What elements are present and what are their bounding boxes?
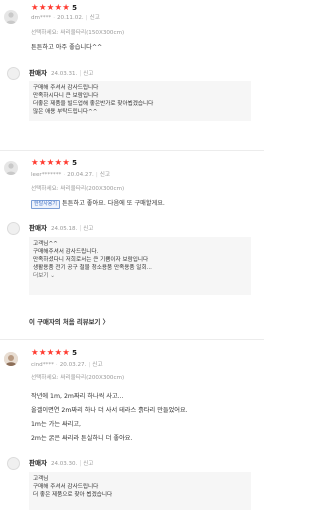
report-link[interactable]: 신고 <box>90 15 100 21</box>
avatar <box>4 161 18 175</box>
reviewer-id: cind**** <box>31 362 54 368</box>
avatar <box>4 10 18 24</box>
reply-report-link[interactable]: 신고 <box>83 461 93 467</box>
purchase-option: 선택하세요: 싸리울타리(200X300cm) <box>31 375 125 381</box>
usage-badge: 한달사용기 <box>31 200 61 209</box>
seller-label: 판매자 <box>29 69 47 77</box>
reply-header: 판매자 24.03.30. | 신고 <box>29 459 94 467</box>
review-date: 20.03.27. <box>59 362 87 368</box>
avatar <box>4 352 18 366</box>
seller-label: 판매자 <box>29 224 47 232</box>
reply-date: 24.05.18. <box>50 226 78 232</box>
rating-value: 5 <box>72 349 78 357</box>
review-date: 20.11.02. <box>56 15 84 21</box>
rating-value: 5 <box>72 159 78 167</box>
reply-line: 더 좋은 제품으로 찾아 뵙겠습니다 <box>33 492 113 498</box>
reply-line: 더좋은 제품을 빌드업해 좋은반가로 찾아뵙겠습니다 <box>33 101 154 107</box>
reply-date: 24.03.31. <box>50 71 78 77</box>
seller-avatar-icon <box>7 67 20 80</box>
review-date: 20.04.27. <box>67 172 94 178</box>
stars-icon: ★★★★★ <box>31 3 71 13</box>
rating-value: 5 <box>72 4 78 12</box>
seller-avatar-icon <box>7 222 20 235</box>
review-text: 2m는 굵은 싸리라 튼실하니 더 좋아요. <box>31 435 133 442</box>
reply-line: 구매해 주셔서 감사드립니다 <box>33 85 99 91</box>
purchase-option: 선택하세요: 싸리울타리(150X300cm) <box>31 30 125 36</box>
reply-line: 구매해 주셔서 감사드립니다 <box>33 484 99 490</box>
reply-content: 고객님^^ 구매해주셔서 감사드립니다. 만족하셨다니 저희로서는 큰 기쁨이자… <box>29 237 251 295</box>
report-link[interactable]: 신고 <box>100 172 110 178</box>
reply-header: 판매자 24.03.31. | 신고 <box>29 69 94 77</box>
reply-date: 24.03.30. <box>50 461 78 467</box>
reply-content: 구매해 주셔서 감사드립니다 만족하시다니 큰 보람입니다 더좋은 제품을 빌드… <box>29 81 251 121</box>
reply-line: 고객님^^ <box>33 241 58 247</box>
review-item: ★★★★★ 5 dm**** · 20.11.02. | 신고 선택하세요: 싸리울타리(… <box>0 0 264 150</box>
review-meta: leer******* · 20.04.27. | 신고 <box>31 172 110 178</box>
review-meta: dm**** · 20.11.02. | 신고 <box>31 15 100 21</box>
review-text: 튼튼하고 아주 좋습니다^^ <box>31 44 103 51</box>
reply-line: 고객님 <box>33 476 49 482</box>
purchase-option: 선택하세요: 싸리울타리(200X300cm) <box>31 186 125 192</box>
reviewer-id: leer******* <box>31 172 62 178</box>
star-rating: ★★★★★ 5 <box>31 348 77 358</box>
review-body: 튼튼하고 좋아요. 다음에 또 구매할게요. <box>62 200 165 207</box>
star-rating: ★★★★★ 5 <box>31 158 77 168</box>
reply-line: 만족하셨다니 저희로서는 큰 기쁨이자 보람입니다 <box>33 257 149 263</box>
report-link[interactable]: 신고 <box>92 362 102 368</box>
star-rating: ★★★★★ 5 <box>31 3 77 13</box>
reply-report-link[interactable]: 신고 <box>83 226 93 232</box>
more-button[interactable]: 더보기 ⌄ <box>33 272 247 280</box>
seller-label: 판매자 <box>29 459 47 467</box>
reply-line: 많은 애용 부탁드립니다^^ <box>33 109 98 115</box>
review-item: ★★★★★ 5 leer******* · 20.04.27. | 신고 선택하세요: 싸… <box>0 151 264 339</box>
review-item: ★★★★★ 5 cind**** · 20.03.27. | 신고 선택하세요: 싸리울타… <box>0 340 264 510</box>
reply-line: 생활용품 전기 공구 철물 청소용품 만족용품 일회... <box>33 265 152 271</box>
reviewer-id: dm**** <box>31 15 52 21</box>
stars-icon: ★★★★★ <box>31 158 71 168</box>
reply-line: 만족하시다니 큰 보람입니다 <box>33 93 99 99</box>
review-meta: cind**** · 20.03.27. | 신고 <box>31 362 103 368</box>
stars-icon: ★★★★★ <box>31 348 71 358</box>
reply-report-link[interactable]: 신고 <box>83 71 93 77</box>
reply-line: 구매해주셔서 감사드립니다. <box>33 249 99 255</box>
reply-content: 고객님 구매해 주셔서 감사드립니다 더 좋은 제품으로 찾아 뵙겠습니다 <box>29 472 251 510</box>
reply-header: 판매자 24.05.18. | 신고 <box>29 224 94 232</box>
review-text: 1m는 가는 싸리고, <box>31 421 82 428</box>
review-text: 한달사용기 튼튼하고 좋아요. 다음에 또 구매할게요. <box>31 199 165 209</box>
seller-avatar-icon <box>7 457 20 470</box>
review-text: 올겔이면연 2m짜리 하나 더 사서 테라스 흙타리 만들었어요. <box>31 407 188 414</box>
first-review-link[interactable]: 이 구매자의 처음 리뷰보기 〉 <box>29 317 109 326</box>
review-text: 작년에 1m, 2m짜리 하나씩 사고... <box>31 393 124 400</box>
